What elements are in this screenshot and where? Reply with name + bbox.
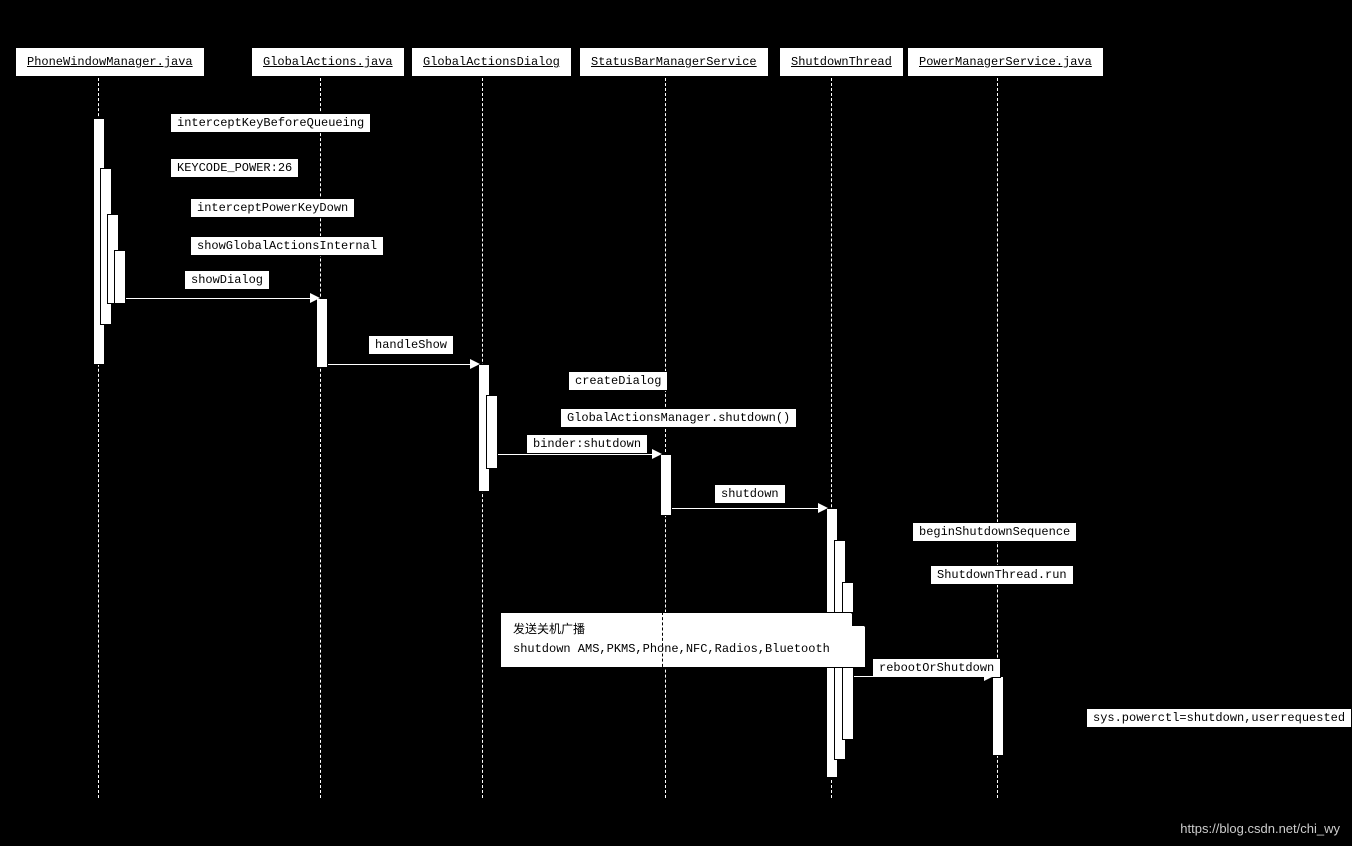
note-shutdown-broadcast: 发送关机广播 shutdown AMS,PKMS,Phone,NFC,Radio… (500, 612, 866, 668)
participant-powermanagerservice: PowerManagerService.java (908, 48, 1103, 76)
arrow (126, 298, 314, 299)
msg-keycode-power: KEYCODE_POWER:26 (170, 158, 299, 178)
msg-showdialog: showDialog (184, 270, 270, 290)
msg-globalactionsmanager-shutdown: GlobalActionsManager.shutdown() (560, 408, 797, 428)
msg-createdialog: createDialog (568, 371, 668, 391)
msg-sys-powerctl: sys.powerctl=shutdown,userrequested (1086, 708, 1352, 728)
msg-interceptpowerkeydown: interceptPowerKeyDown (190, 198, 355, 218)
lifeline (665, 78, 666, 798)
msg-handleshow: handleShow (368, 335, 454, 355)
arrow (854, 676, 990, 677)
arrowhead-icon (652, 449, 662, 459)
arrow (672, 508, 824, 509)
msg-shutdownthread-run: ShutdownThread.run (930, 565, 1074, 585)
arrow (328, 364, 476, 365)
activation-bar (992, 676, 1004, 756)
arrow (498, 454, 658, 455)
msg-showglobalactionsinternal: showGlobalActionsInternal (190, 236, 384, 256)
msg-interceptkeybeforequeueing: interceptKeyBeforeQueueing (170, 113, 371, 133)
arrowhead-icon (310, 293, 320, 303)
note-line2: shutdown AMS,PKMS,Phone,NFC,Radios,Bluet… (513, 640, 853, 659)
lifeline (320, 78, 321, 798)
arrowhead-icon (984, 671, 994, 681)
participant-globalactions: GlobalActions.java (252, 48, 404, 76)
msg-rebootorshutdown: rebootOrShutdown (872, 658, 1001, 678)
msg-shutdown: shutdown (714, 484, 786, 504)
arrowhead-icon (818, 503, 828, 513)
note-line1: 发送关机广播 (513, 621, 853, 640)
note-anchor (662, 612, 663, 672)
participant-statusbarmanagerservice: StatusBarManagerService (580, 48, 768, 76)
activation-bar (486, 395, 498, 469)
participant-shutdownthread: ShutdownThread (780, 48, 903, 76)
participant-globalactionsdialog: GlobalActionsDialog (412, 48, 571, 76)
watermark-text: https://blog.csdn.net/chi_wy (1180, 821, 1340, 836)
msg-binder-shutdown: binder:shutdown (526, 434, 648, 454)
activation-bar (114, 250, 126, 304)
msg-beginshutdownsequence: beginShutdownSequence (912, 522, 1077, 542)
activation-bar (660, 454, 672, 516)
arrowhead-icon (470, 359, 480, 369)
participant-phonewindowmanager: PhoneWindowManager.java (16, 48, 204, 76)
activation-bar (316, 298, 328, 368)
